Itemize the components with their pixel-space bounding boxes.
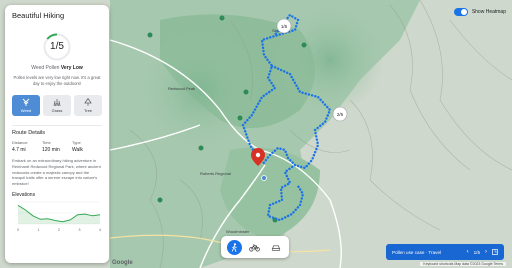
route-details-title: Route Details [12, 125, 102, 136]
type-weed-label: Weed [20, 108, 32, 114]
car-mode-button[interactable] [268, 240, 283, 255]
elevation-tick-label: 3 [79, 228, 81, 232]
pollen-marker-label: 1/5 [281, 24, 288, 29]
pollen-type-selector: Weed Grass Tree [12, 95, 102, 117]
elevation-tick-label: 1 [38, 228, 40, 232]
chevron-right-icon[interactable]: › [485, 249, 487, 255]
pollen-gauge: 1/5 [42, 32, 72, 62]
pollen-score: 1/5 [50, 41, 64, 52]
type-tree-button[interactable]: Tree [74, 95, 102, 117]
detail-time: Time 120 min [42, 140, 72, 153]
pollen-marker-icon[interactable]: 1/5 [276, 18, 292, 34]
place-label: Roberts Regional [200, 171, 231, 176]
elevation-tick-label: 0 [17, 228, 19, 232]
use-case-label: Pollen use case · Travel [392, 249, 442, 255]
pollen-level: Very Low [60, 65, 83, 71]
app: Redwood Peak Skyline Roberts Regional Wo… [0, 0, 512, 268]
detail-distance: Distance 4.7 mi [12, 140, 42, 153]
bike-icon [249, 243, 261, 251]
type-grass-label: Grass [51, 108, 63, 114]
google-logo: Google [112, 260, 133, 266]
heatmap-label: Show Heatmap [471, 9, 506, 15]
detail-value: 120 min [42, 147, 60, 154]
bike-mode-button[interactable] [247, 240, 262, 255]
type-tree-label: Tree [83, 108, 93, 114]
walk-icon [231, 242, 237, 252]
weed-icon [22, 99, 30, 107]
detail-value: Walk [72, 147, 83, 154]
pollen-note: Pollen levels are very low right now. It… [13, 75, 101, 86]
panel-title: Beautiful Hiking [12, 11, 65, 20]
tree-icon [84, 98, 92, 107]
info-panel: Beautiful Hiking 1/5 Weed Pollen Very Lo… [5, 5, 109, 263]
map-attribution[interactable]: Keyboard shortcuts Map data ©2023 Google… [420, 262, 506, 266]
elevation-tick-label: 4 [99, 228, 101, 232]
heatmap-toggle[interactable]: Show Heatmap [453, 8, 506, 16]
waypoint-icon [261, 175, 267, 181]
route-description: Embark on an extraordinary hiking advent… [12, 158, 101, 186]
type-weed-button[interactable]: Weed [12, 95, 40, 117]
use-case-pill: Pollen use case · Travel ‹ 1/5 › [386, 244, 504, 260]
detail-type: Type Walk [72, 140, 102, 153]
route-details: Distance 4.7 mi Time 120 min Type Walk [12, 140, 102, 153]
elevation-chart: 0 1 2 3 4 [17, 202, 101, 232]
expand-icon[interactable] [492, 249, 498, 255]
use-case-counter: 1/5 [473, 249, 480, 255]
place-label: Redwood Peak [168, 86, 195, 91]
heatmap-switch[interactable] [453, 8, 468, 16]
walk-mode-button[interactable] [226, 239, 242, 255]
car-icon [271, 245, 280, 251]
type-grass-button[interactable]: Grass [43, 95, 71, 117]
pollen-marker-label: 2/5 [337, 112, 344, 117]
detail-label: Distance [12, 140, 28, 146]
pollen-label: Weed Pollen [31, 65, 60, 71]
detail-label: Type [72, 140, 81, 146]
detail-value: 4.7 mi [12, 147, 26, 154]
grass-icon [53, 99, 61, 107]
elevation-title: Elevations [12, 192, 36, 199]
pollen-level-line: Weed Pollen Very Low [12, 65, 102, 71]
place-label: Woodminster [226, 229, 250, 234]
chevron-left-icon[interactable]: ‹ [467, 249, 469, 255]
detail-label: Time [42, 140, 51, 146]
elevation-tick-label: 2 [58, 228, 60, 232]
pollen-marker-icon[interactable]: 2/5 [332, 106, 348, 122]
travel-mode-bar [221, 236, 289, 258]
